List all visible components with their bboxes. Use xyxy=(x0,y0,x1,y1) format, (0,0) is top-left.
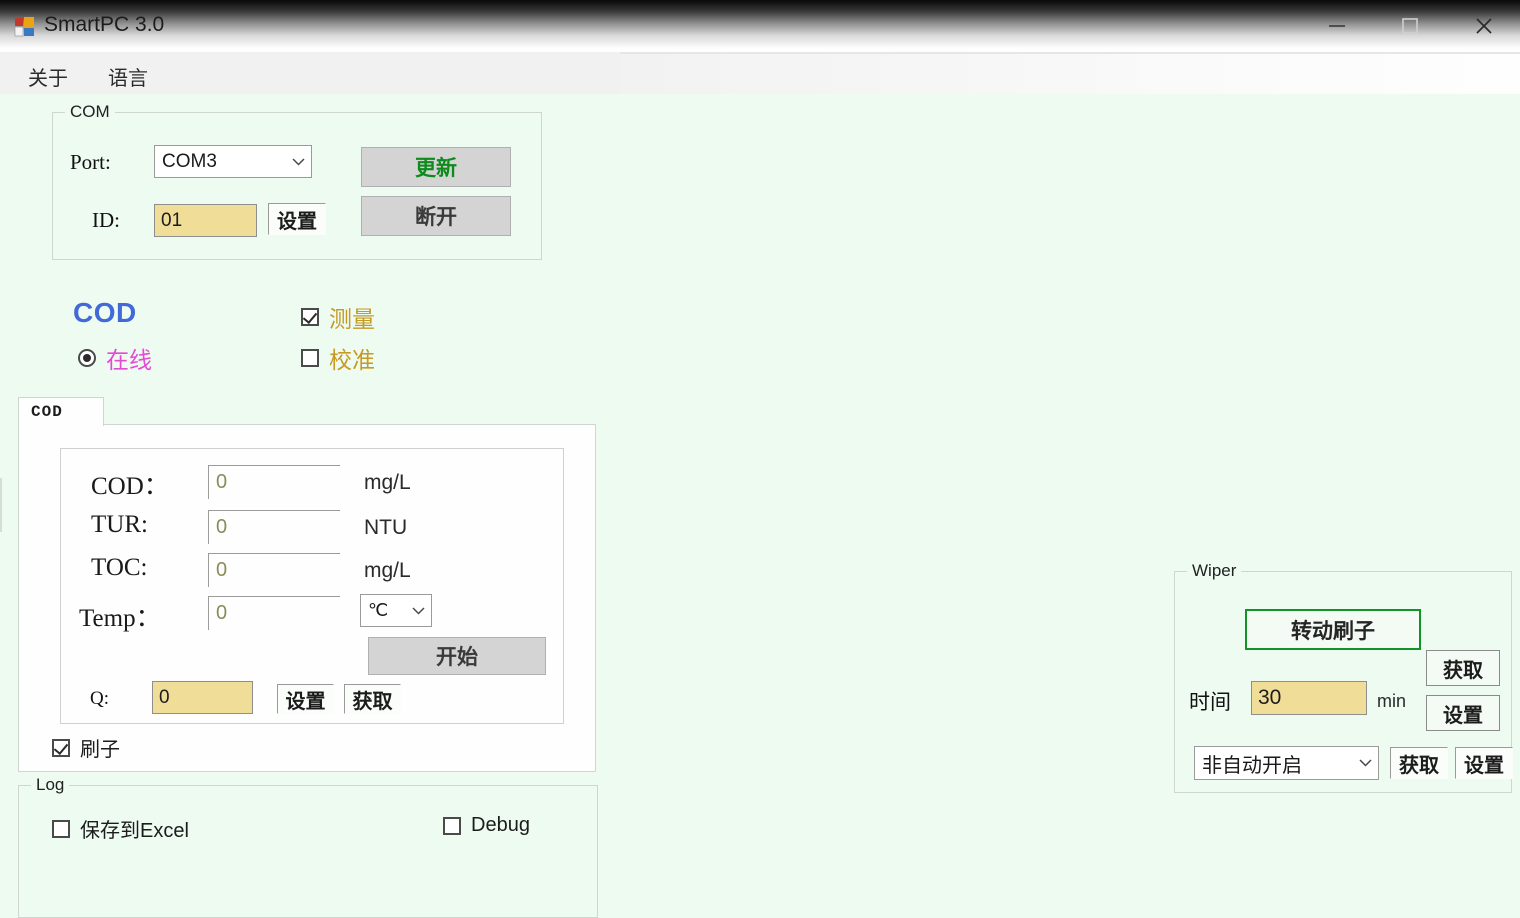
q-input[interactable]: 0 xyxy=(152,681,253,714)
tur-reading-label: TUR: xyxy=(91,511,148,539)
q-set-button[interactable]: 设置 xyxy=(277,684,334,714)
wiper-time-set-button[interactable]: 设置 xyxy=(1426,695,1500,731)
menu-bar-gradient xyxy=(620,52,1520,94)
log-group-box: Log xyxy=(18,785,598,918)
title-bar: SmartPC 3.0 xyxy=(0,0,1520,52)
menu-bar: 关于 语言 xyxy=(0,52,1520,94)
tur-reading-input[interactable]: 0 xyxy=(208,510,340,544)
save-to-excel-label: 保存到Excel xyxy=(80,814,189,843)
measure-checkbox[interactable]: 测量 xyxy=(301,300,375,334)
checkbox-empty-icon xyxy=(301,349,319,367)
checkbox-empty-icon xyxy=(443,817,461,835)
chevron-down-icon xyxy=(285,158,311,166)
disconnect-button[interactable]: 断开 xyxy=(361,196,511,236)
toc-reading-input[interactable]: 0 xyxy=(208,553,340,587)
left-edge-artifact xyxy=(0,478,2,532)
wiper-auto-mode-value: 非自动开启 xyxy=(1202,749,1352,778)
maximize-button[interactable] xyxy=(1379,0,1441,52)
debug-checkbox[interactable]: Debug xyxy=(443,814,530,837)
online-radio-label: 在线 xyxy=(106,341,152,375)
close-icon xyxy=(1473,15,1495,37)
radio-mark-icon xyxy=(78,349,96,367)
minimize-icon xyxy=(1326,20,1348,32)
rotate-brush-button[interactable]: 转动刷子 xyxy=(1245,609,1421,650)
cod-heading: COD xyxy=(73,297,137,329)
measure-checkbox-label: 测量 xyxy=(329,300,375,334)
temp-reading-input[interactable]: 0 xyxy=(208,596,340,630)
port-select[interactable]: COM3 xyxy=(154,145,312,178)
app-icon xyxy=(14,16,36,38)
chevron-down-icon xyxy=(1352,759,1378,767)
wiper-group-title: Wiper xyxy=(1187,561,1241,581)
close-button[interactable] xyxy=(1453,0,1515,52)
q-get-button[interactable]: 获取 xyxy=(344,684,401,714)
debug-label: Debug xyxy=(471,814,530,837)
id-set-button[interactable]: 设置 xyxy=(268,203,326,235)
id-input[interactable]: 01 xyxy=(154,204,257,237)
tab-cod[interactable]: COD xyxy=(18,397,104,426)
wiper-auto-mode-select[interactable]: 非自动开启 xyxy=(1194,746,1379,780)
temp-unit-select-value: ℃ xyxy=(368,600,405,621)
wiper-time-unit: min xyxy=(1377,691,1406,712)
tur-reading-unit: NTU xyxy=(364,516,407,540)
start-button[interactable]: 开始 xyxy=(368,637,546,675)
toc-reading-unit: mg/L xyxy=(364,559,411,583)
wiper-time-input[interactable]: 30 xyxy=(1251,681,1367,715)
checkbox-empty-icon xyxy=(52,820,70,838)
menu-item-language[interactable]: 语言 xyxy=(102,60,154,93)
chevron-down-icon xyxy=(405,607,431,615)
wiper-auto-get-button[interactable]: 获取 xyxy=(1390,747,1448,779)
wiper-time-label: 时间 xyxy=(1189,686,1231,716)
checkbox-checked-icon xyxy=(52,739,70,757)
q-label: Q: xyxy=(90,688,109,710)
com-group-title: COM xyxy=(65,102,115,122)
port-select-value: COM3 xyxy=(162,151,285,173)
calibrate-checkbox[interactable]: 校准 xyxy=(301,341,375,375)
refresh-button[interactable]: 更新 xyxy=(361,147,511,187)
toc-reading-label: TOC: xyxy=(91,554,148,582)
calibrate-checkbox-label: 校准 xyxy=(329,341,375,375)
maximize-icon xyxy=(1401,17,1419,35)
checkbox-checked-icon xyxy=(301,308,319,326)
cod-reading-label: COD： xyxy=(91,466,169,502)
tab-cod-label: COD xyxy=(31,403,63,421)
log-group-title: Log xyxy=(31,775,69,795)
wiper-auto-set-button[interactable]: 设置 xyxy=(1455,747,1513,779)
id-label: ID: xyxy=(92,208,120,233)
wiper-time-get-button[interactable]: 获取 xyxy=(1426,650,1500,686)
temp-reading-label: Temp： xyxy=(79,598,161,634)
menu-item-about[interactable]: 关于 xyxy=(22,60,74,93)
menu-bar-top-line xyxy=(620,52,1520,54)
minimize-button[interactable] xyxy=(1306,0,1368,52)
temp-unit-select[interactable]: ℃ xyxy=(360,594,432,627)
window-title: SmartPC 3.0 xyxy=(44,13,164,37)
brush-checkbox[interactable]: 刷子 xyxy=(52,733,120,762)
port-label: Port: xyxy=(70,150,111,175)
online-radio[interactable]: 在线 xyxy=(78,341,152,375)
cod-reading-input[interactable]: 0 xyxy=(208,465,340,499)
brush-checkbox-label: 刷子 xyxy=(80,733,120,762)
cod-reading-unit: mg/L xyxy=(364,471,411,495)
save-to-excel-checkbox[interactable]: 保存到Excel xyxy=(52,814,189,843)
